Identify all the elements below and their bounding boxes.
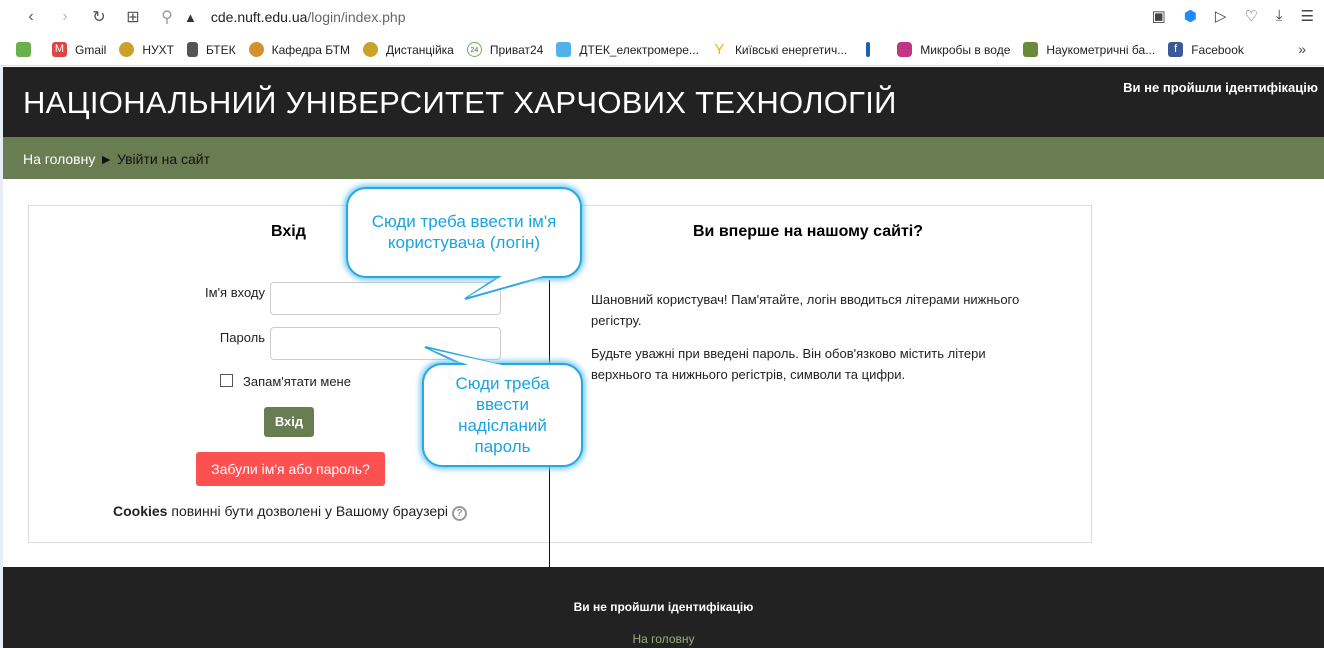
info-paragraph-2: Будьте уважні при введені пароль. Він об… xyxy=(591,346,986,382)
site-title: НАЦІОНАЛЬНИЙ УНІВЕРСИТЕТ ХАРЧОВИХ ТЕХНОЛ… xyxy=(23,85,897,120)
bookmark[interactable]: Y Київські енергетич... xyxy=(712,42,847,57)
dtek-icon xyxy=(556,42,572,57)
login-heading: Вхід xyxy=(271,223,306,240)
address-bar[interactable]: cde.nuft.edu.ua/login/index.php xyxy=(211,9,406,25)
instagram-icon xyxy=(897,42,913,57)
help-icon[interactable]: ? xyxy=(451,506,467,521)
bookmark[interactable]: Микробы в воде xyxy=(897,42,1010,57)
thermometer-icon xyxy=(866,42,871,57)
btm-icon xyxy=(248,42,264,57)
download-icon[interactable]: ⤓ xyxy=(1276,7,1283,25)
shield-icon[interactable]: ⬢ xyxy=(1184,7,1197,25)
login-button[interactable]: Вхід xyxy=(264,407,314,437)
bookmark[interactable]: M Gmail xyxy=(52,42,106,57)
file-icon xyxy=(186,42,198,57)
bookmark-label: Кафедра БТМ xyxy=(271,42,350,57)
bookmark-label: БТЕК xyxy=(205,42,236,57)
bookmark-label: Gmail xyxy=(75,42,107,57)
remember-checkbox[interactable] xyxy=(220,374,233,387)
callout-login: Сюди треба ввести ім'я користувача (логі… xyxy=(346,187,582,278)
reload-icon[interactable]: ↻ xyxy=(82,7,116,27)
bookmark[interactable]: f Facebook xyxy=(1168,42,1244,57)
bookmark[interactable]: Дистанційка xyxy=(362,42,454,57)
login-status: Ви не пройшли ідентифікацію xyxy=(1123,80,1318,95)
password-input[interactable] xyxy=(270,327,501,360)
bookmark-label: ДТЕК_електромере... xyxy=(579,42,699,57)
bookmark[interactable]: БТЕК xyxy=(186,42,236,57)
info-paragraph-1: Шановний користувач! Пам'ятайте, логін в… xyxy=(591,292,1020,328)
bookmark[interactable]: ДТЕК_електромере... xyxy=(556,42,699,57)
facebook-icon: f xyxy=(1168,42,1184,57)
bookmark[interactable] xyxy=(860,42,884,57)
footer-login-status: Ви не пройшли ідентифікацію xyxy=(573,600,754,614)
site-footer: Ви не пройшли ідентифікацію На головну xyxy=(3,567,1324,648)
send-icon[interactable]: ▷ xyxy=(1215,7,1227,25)
bookmark[interactable]: 24 Приват24 xyxy=(466,42,544,57)
breadcrumb-current: Увійти на сайт xyxy=(117,151,211,167)
privat24-icon: 24 xyxy=(466,42,482,57)
bookmarks-bar: M Gmail НУХТ БТЕК Кафедра БТМ Дистанційка… xyxy=(0,34,1324,66)
tabs-grid-icon[interactable]: ⊞ xyxy=(116,7,150,27)
bookmark-label: Дистанційка xyxy=(385,42,454,57)
url-host: cde.nuft.edu.ua xyxy=(210,9,308,25)
bookmark-label: Facebook xyxy=(1191,42,1244,57)
bookmark-mail[interactable] xyxy=(16,42,39,57)
forgot-password-button[interactable]: Забули ім'я або пароль? xyxy=(196,452,385,486)
cookies-notice: Cookies повинні бути дозволені у Вашому … xyxy=(113,503,467,521)
key-icon[interactable]: ⚲ xyxy=(150,7,184,27)
settings-icon[interactable]: ☰ xyxy=(1301,7,1314,25)
forward-icon[interactable]: › xyxy=(48,8,82,26)
username-label: Ім'я входу xyxy=(205,285,265,300)
info-heading: Ви вперше на нашому сайті? xyxy=(693,223,924,240)
bookmark[interactable]: Наукометричні ба... xyxy=(1023,42,1155,57)
bookmark[interactable]: НУХТ xyxy=(119,42,174,57)
gmail-icon: M xyxy=(52,42,67,57)
warning-icon[interactable]: ▲ xyxy=(184,10,197,25)
browser-toolbar: ‹ › ↻ ⊞ ⚲ ▲ cde.nuft.edu.ua/login/index.… xyxy=(0,0,1324,34)
callout-tail-covers xyxy=(430,276,543,365)
heart-icon[interactable]: ♡ xyxy=(1244,7,1257,25)
password-label: Пароль xyxy=(219,330,265,345)
url-path: /login/index.php xyxy=(307,9,406,25)
crest-icon xyxy=(1023,42,1039,57)
nuft-icon xyxy=(119,42,135,57)
bookmark-label: Приват24 xyxy=(489,42,544,57)
mail-icon xyxy=(16,42,31,57)
breadcrumb-separator: ► xyxy=(99,151,114,167)
nuft-icon xyxy=(362,42,378,57)
camera-icon[interactable]: ▣ xyxy=(1152,7,1166,25)
bookmark-label: Наукометричні ба... xyxy=(1046,42,1156,57)
cookies-text: повинні бути дозволені у Вашому браузері xyxy=(167,503,449,519)
bookmark[interactable]: Кафедра БТМ xyxy=(248,42,350,57)
bookmark-label: Микробы в воде xyxy=(920,42,1011,57)
kyiv-energy-icon: Y xyxy=(714,41,725,58)
remember-label: Запам'ятати мене xyxy=(243,374,351,389)
more-bookmarks-icon[interactable]: » xyxy=(1298,41,1306,57)
back-icon[interactable]: ‹ xyxy=(14,8,48,26)
breadcrumb-home[interactable]: На головну xyxy=(23,151,95,167)
breadcrumb: На головну ► Увійти на сайт xyxy=(3,137,1324,179)
cookies-bold: Cookies xyxy=(113,503,168,519)
footer-home-link[interactable]: На головну xyxy=(3,632,1324,646)
callout-password: Сюди треба ввести надісланий пароль xyxy=(422,363,583,467)
bookmark-label: НУХТ xyxy=(142,42,174,57)
site-header: НАЦІОНАЛЬНИЙ УНІВЕРСИТЕТ ХАРЧОВИХ ТЕХНОЛ… xyxy=(3,67,1324,137)
bookmark-label: Київські енергетич... xyxy=(734,42,848,57)
